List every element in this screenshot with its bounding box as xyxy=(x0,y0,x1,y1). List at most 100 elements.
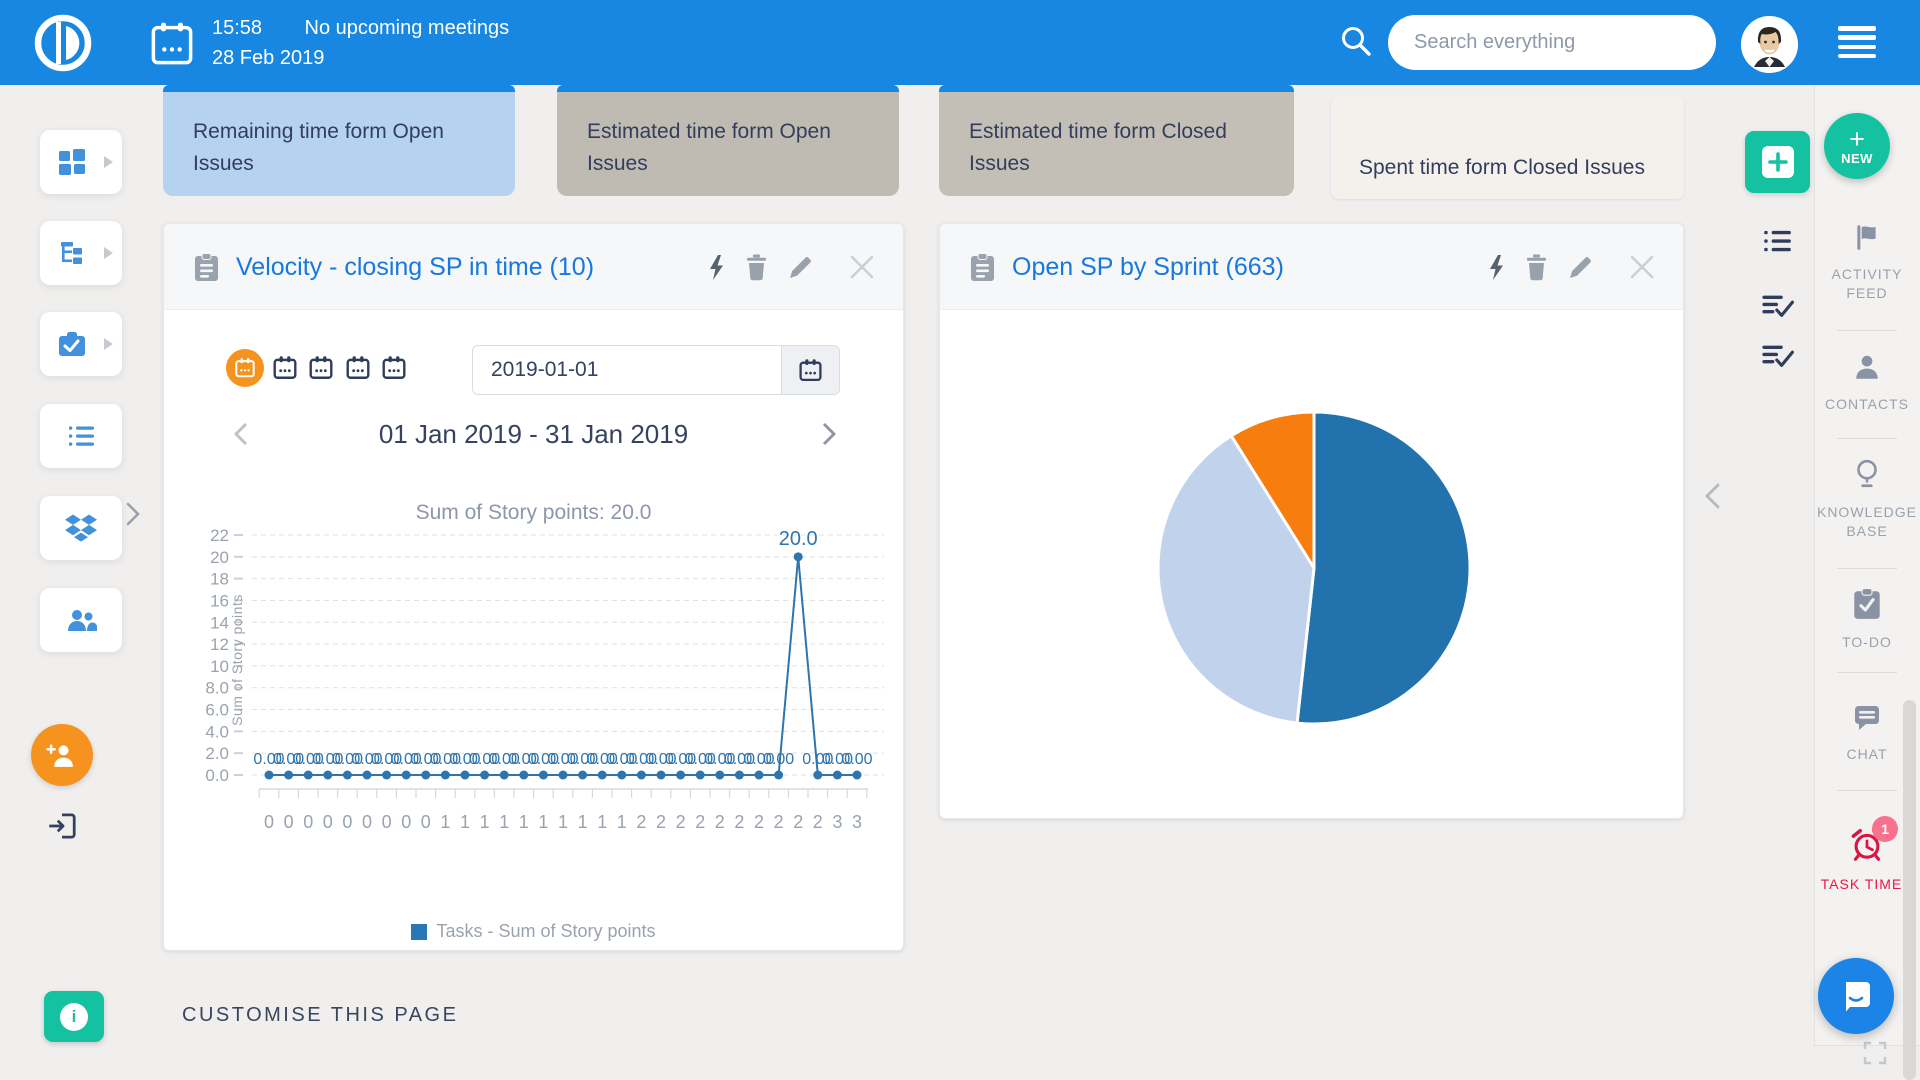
legend-label: Tasks - Sum of Story points xyxy=(436,921,655,942)
new-button[interactable]: + NEW xyxy=(1824,113,1890,179)
svg-text:20.0: 20.0 xyxy=(779,528,818,550)
sidebar-item-dashboards[interactable] xyxy=(40,130,122,194)
quick-add-button[interactable] xyxy=(1745,131,1810,193)
svg-text:12: 12 xyxy=(210,635,229,654)
menu-icon[interactable] xyxy=(1838,26,1876,63)
rail-item-label: KNOWLEDGE BASE xyxy=(1814,503,1920,541)
calendar-icon[interactable] xyxy=(150,21,194,72)
svg-text:2: 2 xyxy=(636,812,646,832)
info-icon: i xyxy=(60,1003,88,1031)
info-button[interactable]: i xyxy=(44,991,104,1042)
edit-pencil-icon[interactable] xyxy=(788,255,813,280)
fullscreen-icon[interactable] xyxy=(1862,1040,1888,1071)
chevron-right-icon xyxy=(104,156,113,168)
svg-text:1: 1 xyxy=(519,812,529,832)
date-calendar-button[interactable] xyxy=(781,346,839,394)
widget-header: Velocity - closing SP in time (10) xyxy=(164,224,903,310)
svg-text:20: 20 xyxy=(210,548,229,567)
rail-divider xyxy=(1837,438,1897,439)
svg-text:1: 1 xyxy=(480,812,490,832)
svg-text:1: 1 xyxy=(460,812,470,832)
period-day-active-icon[interactable] xyxy=(226,349,264,387)
next-period-icon[interactable] xyxy=(822,422,836,451)
chat-icon xyxy=(1851,702,1883,732)
dashboard-tab[interactable]: Spent time form Closed Issues xyxy=(1331,95,1684,199)
dashboard-tab[interactable]: Estimated time form Closed Issues xyxy=(939,85,1294,196)
period-month-icon[interactable] xyxy=(308,355,334,386)
clock-time: 15:58 xyxy=(212,17,262,39)
edit-pencil-icon[interactable] xyxy=(1568,255,1593,280)
lightbulb-icon xyxy=(1852,458,1882,490)
playlist-check-icon[interactable] xyxy=(1760,342,1796,377)
calendar-icon xyxy=(798,358,823,383)
rail-item-knowledge-base[interactable]: KNOWLEDGE BASE xyxy=(1814,458,1920,541)
svg-text:2: 2 xyxy=(734,812,744,832)
refresh-bolt-icon[interactable] xyxy=(708,254,725,281)
svg-text:1: 1 xyxy=(578,812,588,832)
period-year-icon[interactable] xyxy=(381,355,407,386)
detail-list-icon[interactable] xyxy=(1760,226,1794,261)
rail-item-contacts[interactable]: CONTACTS xyxy=(1814,352,1920,414)
svg-text:22: 22 xyxy=(210,526,229,545)
delete-icon[interactable] xyxy=(745,254,768,281)
rail-item-label: ACTIVITY FEED xyxy=(1814,265,1920,303)
scrollbar-thumb[interactable] xyxy=(1903,700,1916,1080)
svg-text:0.00: 0.00 xyxy=(763,751,794,768)
pie-slice[interactable] xyxy=(1297,412,1470,724)
svg-text:1: 1 xyxy=(617,812,627,832)
svg-text:8.0: 8.0 xyxy=(205,679,229,698)
svg-text:2: 2 xyxy=(715,812,725,832)
sidebar-item-users[interactable] xyxy=(40,588,122,652)
messenger-button[interactable] xyxy=(1818,958,1894,1034)
svg-text:2: 2 xyxy=(754,812,764,832)
tree-icon xyxy=(56,239,86,267)
header-time-block: 15:58 No upcoming meetings 28 Feb 2019 xyxy=(212,14,509,73)
rail-item-to-do[interactable]: TO-DO xyxy=(1814,588,1920,652)
playlist-check-icon[interactable] xyxy=(1760,292,1796,327)
svg-text:0: 0 xyxy=(342,812,352,832)
svg-text:1: 1 xyxy=(499,812,509,832)
app-logo-icon[interactable] xyxy=(33,13,93,78)
sidebar-item-dropbox[interactable] xyxy=(40,496,122,560)
dashboard-grid-icon xyxy=(56,147,88,177)
plus-square-icon xyxy=(1761,145,1795,179)
search-icon[interactable] xyxy=(1338,23,1374,64)
refresh-bolt-icon[interactable] xyxy=(1488,254,1505,281)
customise-page-button[interactable]: CUSTOMISE THIS PAGE xyxy=(182,1004,458,1027)
new-button-label: NEW xyxy=(1841,151,1873,166)
svg-text:0: 0 xyxy=(303,812,313,832)
chevron-right-icon xyxy=(104,247,113,259)
svg-text:Sum of Story points: Sum of Story points xyxy=(229,594,245,726)
svg-text:10: 10 xyxy=(210,657,229,676)
search-input[interactable] xyxy=(1388,15,1716,70)
period-week-icon[interactable] xyxy=(272,355,298,386)
dashboard-tab[interactable]: Estimated time form Open Issues xyxy=(557,85,899,196)
logout-icon[interactable] xyxy=(45,810,79,847)
task-case-check-icon xyxy=(56,329,88,359)
notification-badge: 1 xyxy=(1872,816,1898,842)
user-avatar[interactable] xyxy=(1741,16,1798,73)
meeting-status: No upcoming meetings xyxy=(305,17,510,39)
chart-title: Sum of Story points: 20.0 xyxy=(164,500,903,526)
date-picker xyxy=(472,345,840,395)
app-root: 15:58 No upcoming meetings 28 Feb 2019 xyxy=(0,0,1920,1080)
collapse-rail-chevron-icon[interactable] xyxy=(1704,482,1720,515)
close-icon[interactable] xyxy=(849,254,875,280)
sidebar-item-tasks[interactable] xyxy=(40,312,122,376)
expand-sidebar-chevron-icon[interactable] xyxy=(126,502,140,531)
rail-item-activity-feed[interactable]: ACTIVITY FEED xyxy=(1814,222,1920,303)
svg-text:1: 1 xyxy=(597,812,607,832)
date-input[interactable] xyxy=(473,346,781,394)
add-user-button[interactable] xyxy=(31,724,93,786)
rail-item-label: CONTACTS xyxy=(1814,395,1920,414)
close-icon[interactable] xyxy=(1629,254,1655,280)
period-quarter-icon[interactable] xyxy=(345,355,371,386)
tab-label: Estimated time form Open Issues xyxy=(587,120,831,175)
svg-text:2: 2 xyxy=(656,812,666,832)
sidebar-item-list[interactable] xyxy=(40,404,122,468)
dashboard-tab[interactable]: Remaining time form Open Issues xyxy=(163,85,515,196)
rail-item-label: TO-DO xyxy=(1814,633,1920,652)
sidebar-item-projects-tree[interactable] xyxy=(40,221,122,285)
delete-icon[interactable] xyxy=(1525,254,1548,281)
svg-text:0: 0 xyxy=(421,812,431,832)
